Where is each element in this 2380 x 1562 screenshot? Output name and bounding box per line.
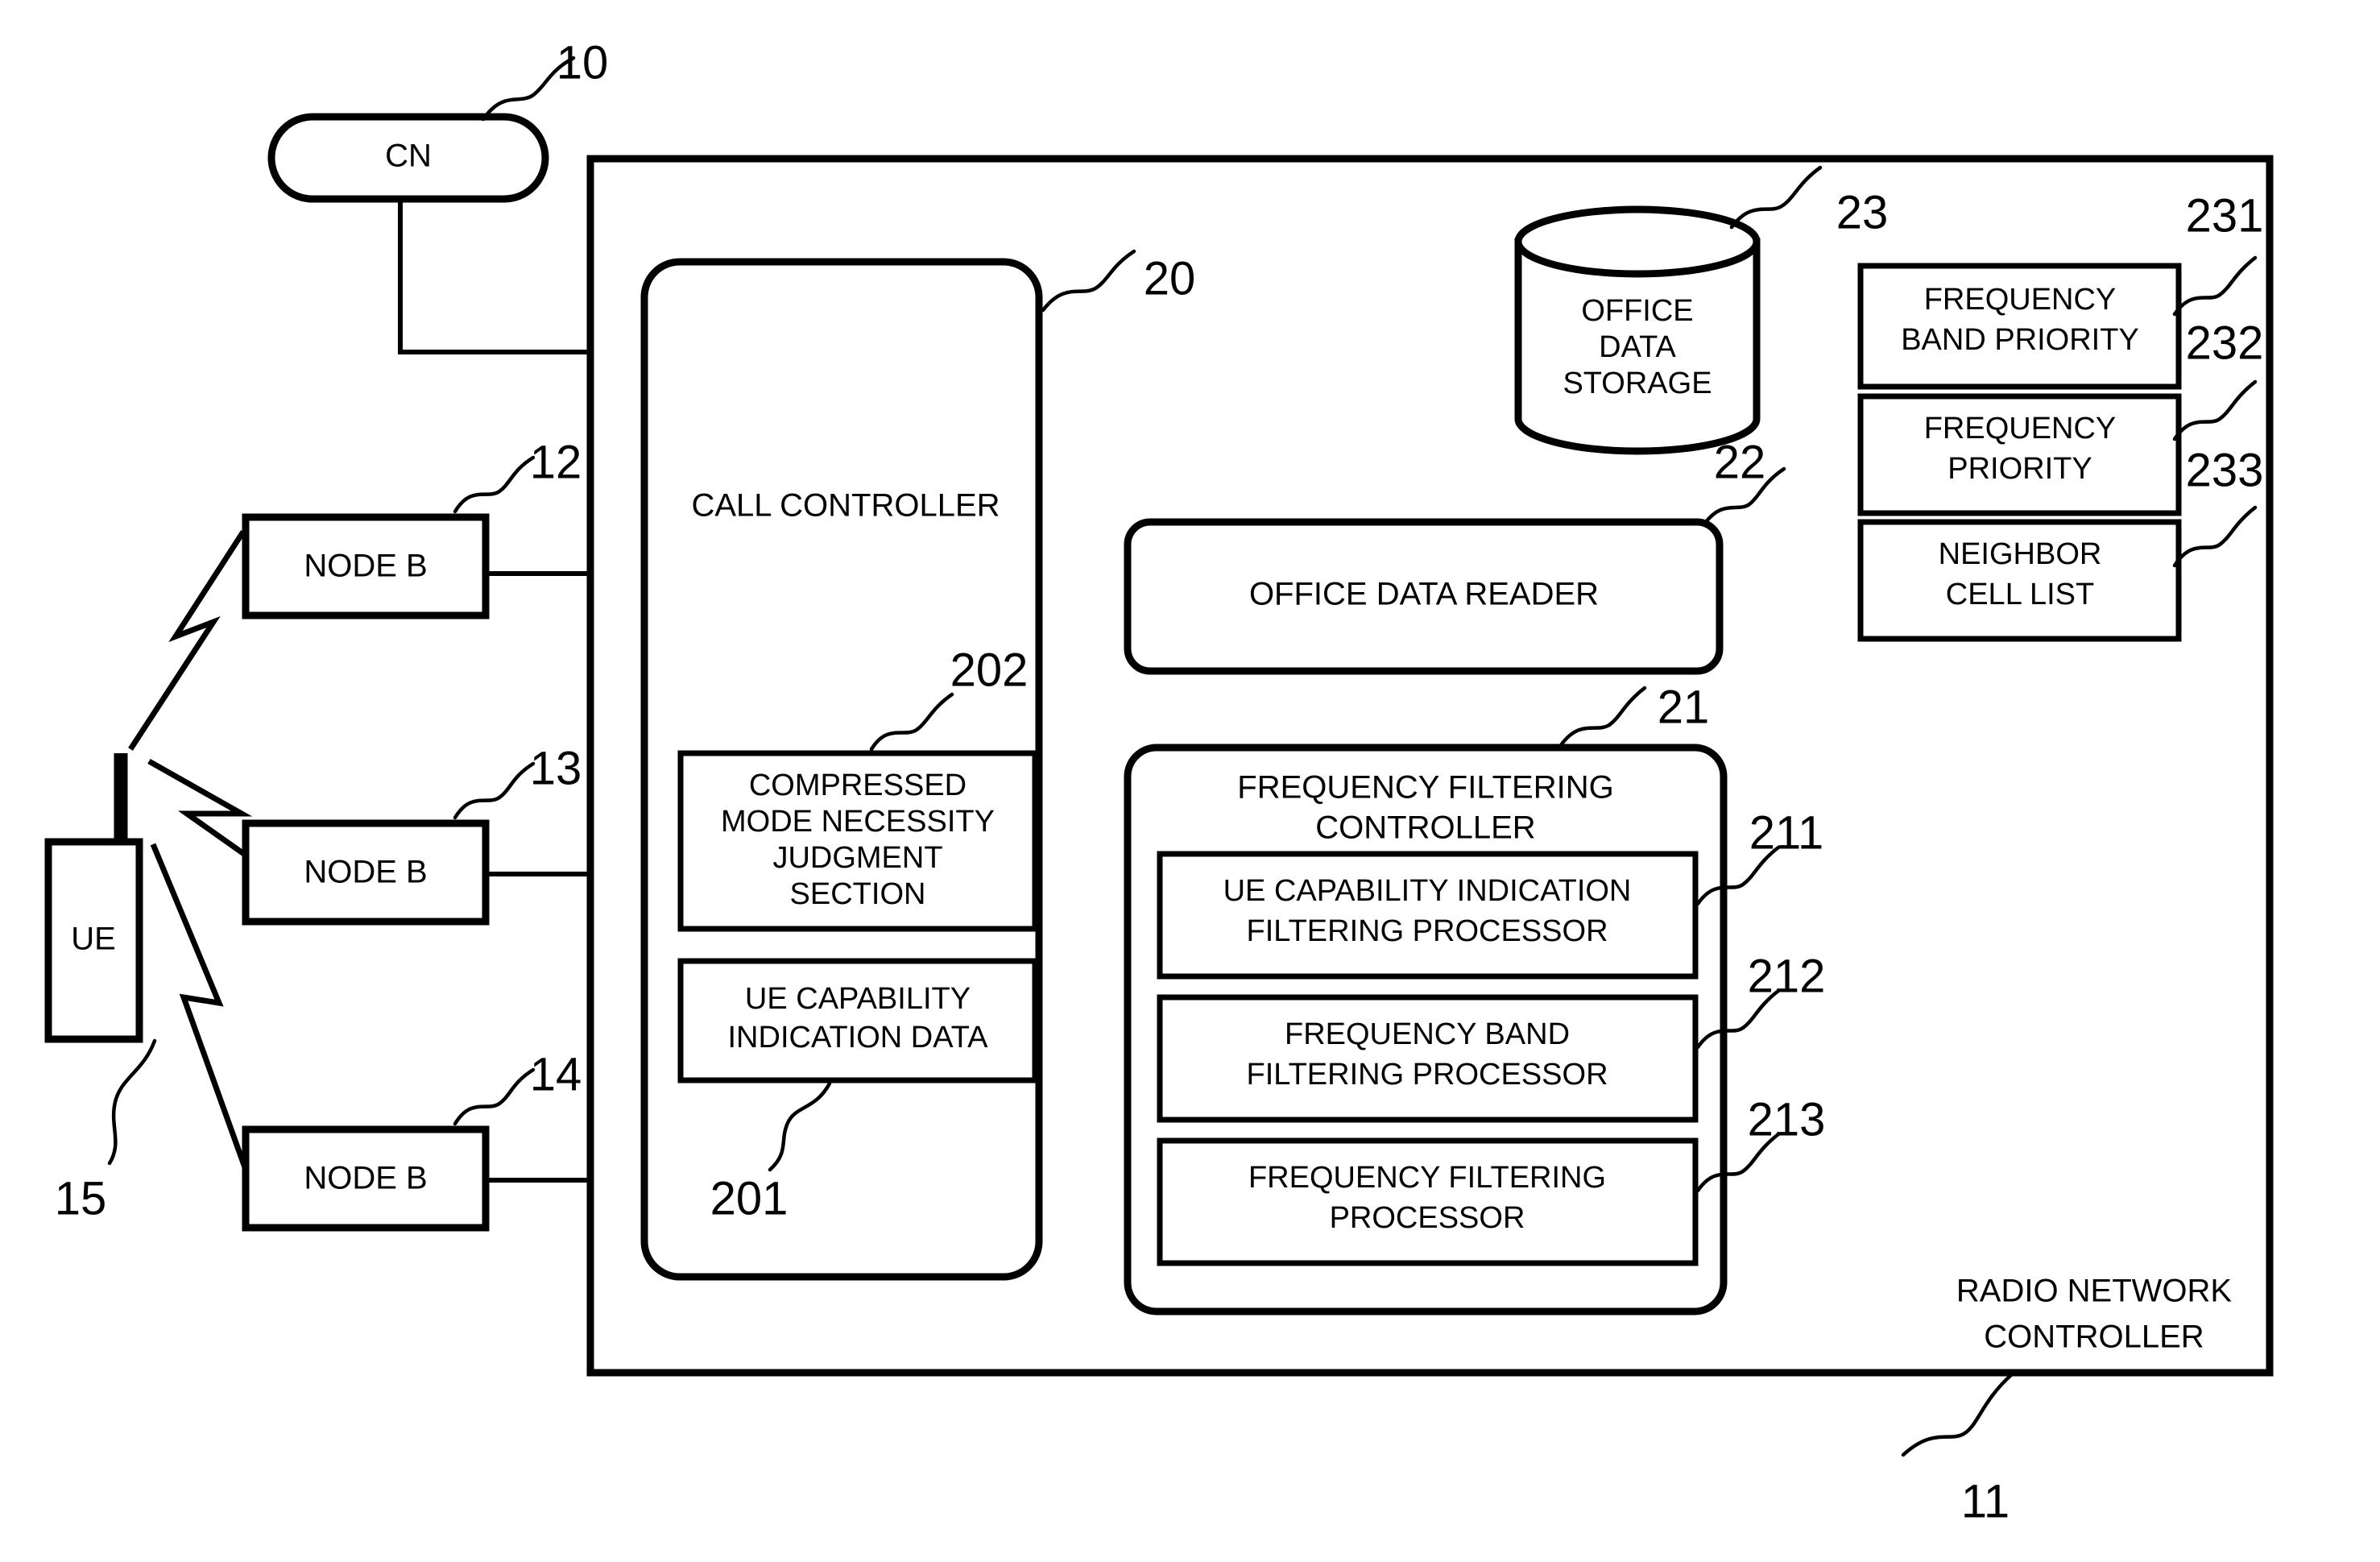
ref-15: 15 xyxy=(55,1172,107,1224)
leader-13 xyxy=(453,761,536,820)
node-b-3-label: NODE B xyxy=(304,1161,427,1196)
ref-21: 21 xyxy=(1658,681,1710,733)
call-controller-label: CALL CONTROLLER xyxy=(691,488,1000,524)
rnc-label-line2: CONTROLLER xyxy=(1984,1320,2204,1355)
fb-fp-line1: FREQUENCY BAND xyxy=(1285,1017,1570,1051)
radio-link-icon-nodeb1 xyxy=(128,530,246,751)
patent-block-diagram: RADIO NETWORK CONTROLLER 11 CN 10 UE 15 … xyxy=(44,36,2274,1527)
ue-capability-data-line1: UE CAPABILITY xyxy=(745,982,971,1016)
ref-14: 14 xyxy=(530,1048,582,1100)
compressed-mode-line2: MODE NECESSITY xyxy=(721,805,995,839)
ref-13: 13 xyxy=(530,742,582,794)
ref-231: 231 xyxy=(2186,189,2264,242)
radio-link-icon-nodeb3 xyxy=(150,843,249,1171)
ff-fp-line2: PROCESSOR xyxy=(1330,1201,1525,1235)
compressed-mode-line3: JUDGMENT xyxy=(772,841,942,875)
ff-controller-line1: FREQUENCY FILTERING xyxy=(1237,770,1613,806)
leader-12 xyxy=(453,455,536,514)
fb-fp-line2: FILTERING PROCESSOR xyxy=(1246,1058,1608,1092)
office-data-storage-line2: DATA xyxy=(1599,330,1676,364)
ueci-fp-line1: UE CAPABILITY INDICATION xyxy=(1223,874,1632,908)
ref-12: 12 xyxy=(530,436,582,488)
ue-label: UE xyxy=(71,922,116,957)
ref-211: 211 xyxy=(1749,806,1823,859)
leader-11 xyxy=(1901,1372,2014,1457)
frequency-band-priority-line1: FREQUENCY xyxy=(1924,283,2117,317)
node-b-2-label: NODE B xyxy=(304,855,427,890)
ref-10: 10 xyxy=(557,36,609,89)
office-data-storage-line3: STORAGE xyxy=(1563,367,1712,400)
leader-15 xyxy=(107,1038,157,1166)
frequency-priority-line2: PRIORITY xyxy=(1947,452,2092,486)
ref-23: 23 xyxy=(1836,186,1889,238)
ff-fp-line1: FREQUENCY FILTERING xyxy=(1248,1161,1606,1195)
ref-20: 20 xyxy=(1144,252,1196,305)
cn-label: CN xyxy=(385,139,432,174)
leader-14 xyxy=(453,1067,536,1126)
frequency-priority-line1: FREQUENCY xyxy=(1924,412,2117,445)
node-b-1-label: NODE B xyxy=(304,549,427,584)
ue-capability-data-line2: INDICATION DATA xyxy=(728,1021,989,1054)
ref-201: 201 xyxy=(710,1172,789,1224)
ff-controller-line2: CONTROLLER xyxy=(1315,810,1535,846)
compressed-mode-line4: SECTION xyxy=(790,877,926,911)
office-data-storage-cylinder-top xyxy=(1514,205,1761,278)
ref-213: 213 xyxy=(1748,1093,1826,1146)
ref-233: 233 xyxy=(2186,444,2264,496)
radio-link-icon-nodeb2 xyxy=(147,758,253,860)
compressed-mode-line1: COMPRESSED xyxy=(749,769,966,802)
neighbor-cell-list-line1: NEIGHBOR xyxy=(1939,537,2102,571)
patent-figure-canvas: RADIO NETWORK CONTROLLER 11 CN 10 UE 15 … xyxy=(0,0,2380,1562)
frequency-band-priority-line2: BAND PRIORITY xyxy=(1901,323,2139,357)
ref-11: 11 xyxy=(1961,1475,2010,1527)
ref-232: 232 xyxy=(2186,317,2264,369)
ref-212: 212 xyxy=(1748,950,1826,1002)
rnc-label-line1: RADIO NETWORK xyxy=(1956,1274,2233,1309)
ref-202: 202 xyxy=(950,644,1029,696)
office-data-storage-line1: OFFICE xyxy=(1581,294,1693,328)
ueci-fp-line2: FILTERING PROCESSOR xyxy=(1246,914,1608,948)
office-data-reader-label: OFFICE DATA READER xyxy=(1249,577,1599,612)
neighbor-cell-list-line2: CELL LIST xyxy=(1946,578,2094,611)
